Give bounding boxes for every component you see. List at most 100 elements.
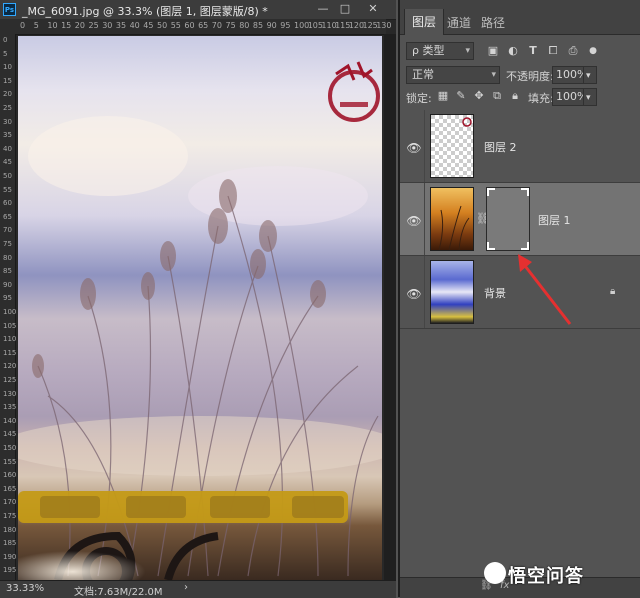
ruler-tick-label: 15 bbox=[61, 21, 72, 30]
ruler-tick-label: 45 bbox=[3, 158, 12, 167]
document-size-info: 文档:7.63M/22.0M bbox=[74, 587, 163, 598]
lock-all-icon[interactable]: 🔒︎ bbox=[508, 89, 522, 103]
chevron-down-icon: ▾ bbox=[491, 70, 496, 80]
restore-icon[interactable]: □ bbox=[334, 1, 356, 17]
chevron-down-icon: ▾ bbox=[586, 71, 591, 81]
ruler-tick-label: 160 bbox=[3, 471, 17, 480]
ruler-tick-label: 45 bbox=[143, 21, 154, 30]
ruler-tick-label: 110 bbox=[3, 335, 17, 344]
document-tab[interactable]: Ps _MG_6091.jpg @ 33.3% (图层 1, 图层蒙版/8) *… bbox=[0, 0, 396, 20]
ruler-tick-label: 85 bbox=[252, 21, 264, 30]
zoom-level[interactable]: 33.33% bbox=[6, 583, 44, 594]
ruler-tick-label: 140 bbox=[3, 416, 17, 425]
status-menu-arrow-icon[interactable]: › bbox=[184, 582, 188, 593]
ruler-tick-label: 0 bbox=[20, 21, 26, 30]
layer-name[interactable]: 图层 2 bbox=[484, 139, 517, 155]
ruler-tick-label: 10 bbox=[47, 21, 58, 30]
adjustment-icon[interactable]: ◐ bbox=[506, 44, 520, 58]
ruler-tick-label: 35 bbox=[115, 21, 127, 30]
ruler-tick-label: 70 bbox=[3, 226, 12, 235]
ruler-tick-label: 90 bbox=[3, 280, 12, 289]
tab-layers[interactable]: 图层 bbox=[404, 9, 445, 35]
tab-paths[interactable]: 路径 bbox=[474, 10, 512, 34]
ruler-tick-label: 25 bbox=[88, 21, 99, 30]
lock-icon[interactable]: 🔒︎ bbox=[610, 286, 615, 297]
ruler-tick-label: 90 bbox=[266, 21, 277, 30]
seal-thumbnail-icon bbox=[462, 117, 472, 127]
ruler-horizontal[interactable]: 0 5 10 15 20 25 30 35 40 45 50 55 60 65 70 75 80 85 90 95 10… bbox=[16, 19, 391, 35]
tab-channels[interactable]: 通道 bbox=[440, 10, 478, 34]
layer-row-layer-1[interactable]: 👁︎ ⛓︎ 图层 1 bbox=[400, 183, 640, 256]
ruler-tick-label: 185 bbox=[3, 539, 17, 548]
lock-paint-icon[interactable]: ✎ bbox=[454, 89, 468, 103]
ruler-tick-label: 95 bbox=[280, 21, 291, 30]
lock-artboard-icon[interactable]: ⧉ bbox=[490, 89, 504, 103]
panel-tab-bar: 图层 通道 路径 bbox=[400, 0, 640, 35]
lock-move-icon[interactable]: ✥ bbox=[472, 89, 486, 103]
ruler-tick-label: 95 bbox=[3, 294, 12, 303]
status-bar: 33.33% 文档:7.63M/22.0M › bbox=[0, 580, 396, 598]
ruler-tick-label: 40 bbox=[3, 144, 12, 153]
ruler-tick-label: 190 bbox=[3, 552, 17, 561]
ruler-tick-label: 130 bbox=[3, 389, 17, 398]
ruler-tick-label: 125 bbox=[3, 376, 17, 384]
layer-mask-thumbnail[interactable] bbox=[486, 187, 530, 251]
ruler-tick-label: 145 bbox=[3, 430, 17, 439]
eye-icon[interactable]: 👁︎ bbox=[406, 288, 422, 300]
ruler-tick-label: 75 bbox=[3, 240, 12, 248]
shape-icon[interactable]: ⧠ bbox=[546, 44, 560, 58]
layer-thumbnail bbox=[430, 114, 474, 178]
ruler-tick-label: 70 bbox=[211, 21, 222, 30]
image-icon[interactable]: ▣ bbox=[486, 44, 500, 58]
blend-mode-value: 正常 bbox=[412, 68, 434, 81]
ruler-tick-label: 20 bbox=[74, 21, 85, 30]
close-icon[interactable]: ✕ bbox=[362, 1, 384, 17]
photo-composite bbox=[18, 61, 382, 580]
opacity-label: 不透明度: bbox=[506, 70, 554, 83]
fill-label: 填充: bbox=[528, 92, 554, 105]
ruler-tick-label: 35 bbox=[3, 131, 12, 140]
ruler-tick-label: 50 bbox=[3, 172, 12, 180]
ruler-tick-label: 25 bbox=[3, 104, 12, 112]
ruler-tick-label: 30 bbox=[3, 117, 12, 126]
divider bbox=[424, 183, 425, 255]
ruler-tick-label: 55 bbox=[170, 21, 181, 30]
blend-mode-dropdown[interactable]: 正常 ▾ bbox=[406, 66, 500, 84]
layer-row-layer-2[interactable]: 👁︎ 图层 2 bbox=[400, 110, 640, 183]
ruler-tick-label: 155 bbox=[3, 457, 17, 466]
ruler-tick-label: 5 bbox=[3, 49, 8, 58]
fill-slider-button[interactable]: ▾ bbox=[583, 88, 597, 106]
image-canvas[interactable] bbox=[18, 36, 382, 580]
ruler-tick-label: 175 bbox=[3, 512, 17, 520]
vertical-scrollbar[interactable] bbox=[384, 34, 396, 580]
mask-selection-frame-icon bbox=[487, 188, 529, 250]
smart-object-icon[interactable]: ⎙ bbox=[566, 44, 580, 58]
layers-list: 👁︎ 图层 2 👁︎ ⛓︎ 图层 1 👁︎ 背景 🔒︎ bbox=[400, 108, 640, 576]
layer-name[interactable]: 图层 1 bbox=[538, 212, 571, 228]
ruler-tick-label: 130 bbox=[376, 21, 392, 30]
eye-icon[interactable]: 👁︎ bbox=[406, 215, 422, 227]
type-icon[interactable]: T bbox=[526, 44, 540, 58]
ruler-tick-label: 115 bbox=[3, 348, 17, 357]
opacity-slider-button[interactable]: ▾ bbox=[583, 66, 597, 84]
ruler-tick-label: 195 bbox=[3, 566, 17, 575]
ruler-tick-label: 60 bbox=[3, 199, 12, 208]
ruler-tick-label: 120 bbox=[3, 362, 17, 371]
watermark-text: 悟空问答 bbox=[508, 566, 584, 587]
ruler-tick-label: 55 bbox=[3, 185, 12, 194]
ruler-tick-label: 50 bbox=[157, 21, 168, 30]
eye-icon[interactable]: 👁︎ bbox=[406, 142, 422, 154]
ruler-tick-label: 85 bbox=[3, 267, 12, 276]
filter-type-label: ρ 类型 bbox=[412, 44, 445, 57]
toggle-dot-icon[interactable]: ● bbox=[586, 44, 600, 58]
photoshop-logo-icon: Ps bbox=[3, 3, 16, 16]
ruler-vertical[interactable]: 0 5 10 15 20 25 30 35 40 45 50 55 60 65 70 75 80 85 90 95 10… bbox=[0, 34, 16, 580]
layer-thumbnail bbox=[430, 187, 474, 251]
minimize-icon[interactable]: — bbox=[312, 1, 334, 17]
layer-filter-type-dropdown[interactable]: ρ 类型 ▾ bbox=[406, 42, 474, 60]
ruler-tick-label: 165 bbox=[3, 484, 17, 493]
lock-transparent-icon[interactable]: ▦ bbox=[436, 89, 450, 103]
ruler-tick-label: 40 bbox=[129, 21, 140, 30]
ruler-tick-label: 100 bbox=[3, 308, 17, 316]
ruler-corner[interactable] bbox=[0, 19, 17, 35]
